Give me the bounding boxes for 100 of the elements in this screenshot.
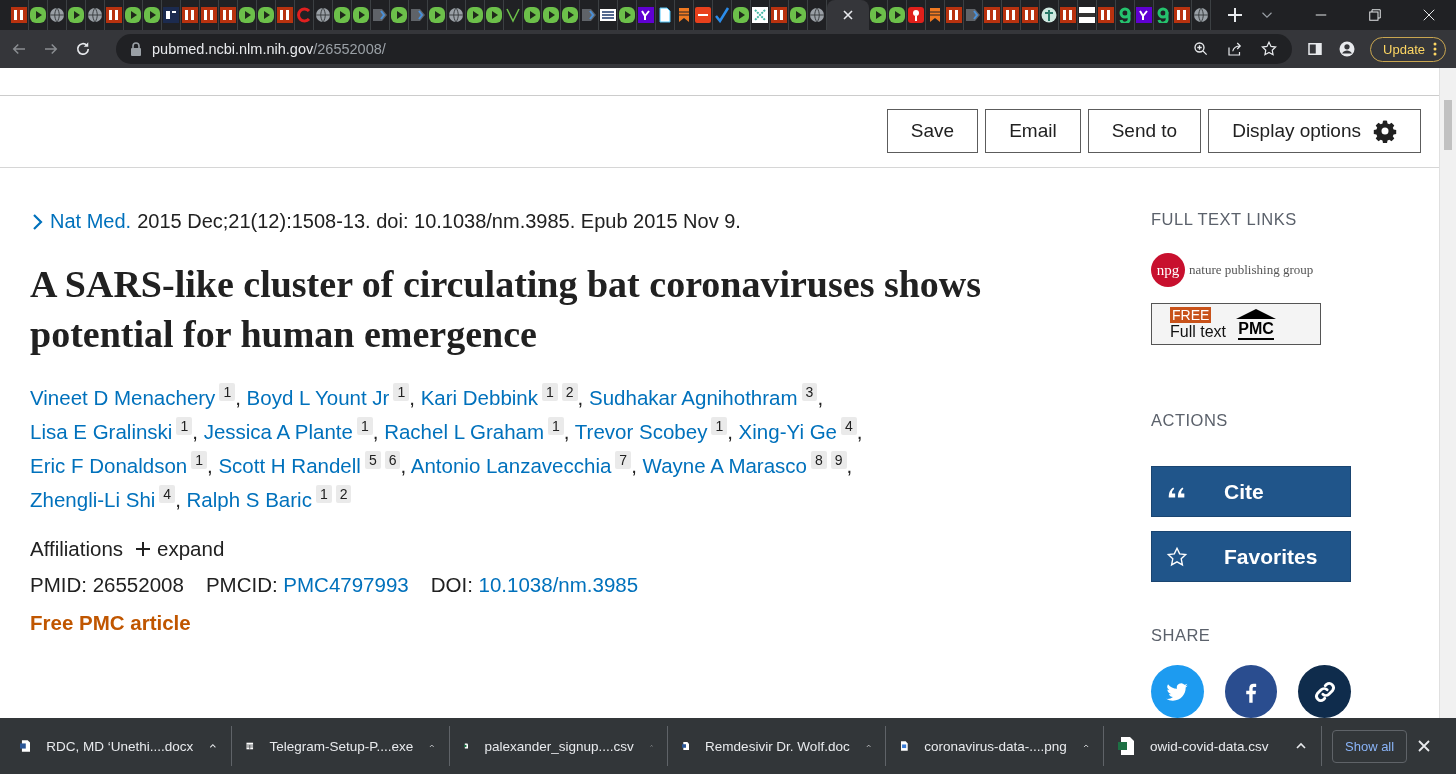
copy-link-button[interactable] bbox=[1298, 665, 1351, 718]
profile-icon[interactable] bbox=[1338, 40, 1357, 58]
expand-button[interactable]: expand bbox=[135, 537, 225, 561]
browser-tab[interactable] bbox=[599, 0, 618, 30]
browser-tab[interactable] bbox=[143, 0, 162, 30]
browser-tab[interactable] bbox=[1040, 0, 1059, 30]
browser-tab[interactable] bbox=[983, 0, 1002, 30]
publisher-logo[interactable]: npg bbox=[1151, 253, 1185, 287]
browser-tab[interactable] bbox=[105, 0, 124, 30]
action-button[interactable]: Favorites bbox=[1151, 531, 1351, 582]
author-link[interactable]: Jessica A Plante bbox=[203, 420, 353, 443]
author-link[interactable]: Lisa E Gralinski bbox=[30, 420, 173, 443]
author-link[interactable]: Vineet D Menachery bbox=[30, 386, 216, 409]
affiliation-number[interactable]: 1 bbox=[711, 417, 728, 435]
browser-tab[interactable] bbox=[428, 0, 447, 30]
browser-tab[interactable] bbox=[789, 0, 808, 30]
browser-tab[interactable] bbox=[86, 0, 105, 30]
reload-icon[interactable] bbox=[74, 40, 92, 58]
affiliation-number[interactable]: 1 bbox=[542, 383, 558, 401]
affiliation-number[interactable]: 1 bbox=[315, 485, 332, 503]
show-all-button[interactable]: Show all bbox=[1332, 729, 1408, 763]
affiliation-number[interactable]: 2 bbox=[335, 485, 352, 503]
author-link[interactable]: Ralph S Baric bbox=[186, 488, 312, 511]
browser-tab[interactable] bbox=[181, 0, 200, 30]
identifier-link[interactable]: PMC4797993 bbox=[283, 573, 409, 596]
restore-icon[interactable] bbox=[1366, 6, 1384, 24]
browser-tab[interactable] bbox=[485, 0, 504, 30]
affiliation-number[interactable]: 9 bbox=[830, 451, 847, 469]
close-icon[interactable] bbox=[1417, 739, 1432, 753]
browser-tab[interactable] bbox=[333, 0, 352, 30]
browser-tab[interactable] bbox=[523, 0, 542, 30]
browser-tab[interactable] bbox=[48, 0, 67, 30]
affiliation-number[interactable]: 6 bbox=[384, 451, 401, 469]
affiliation-number[interactable]: 1 bbox=[176, 417, 193, 435]
browser-tab[interactable] bbox=[1021, 0, 1040, 30]
affiliation-number[interactable]: 8 bbox=[811, 451, 827, 469]
author-link[interactable]: Zhengli-Li Shi bbox=[30, 488, 156, 511]
kebab-menu-icon[interactable] bbox=[1433, 42, 1437, 56]
browser-tab[interactable] bbox=[1002, 0, 1021, 30]
author-link[interactable]: Antonio Lanzavecchia bbox=[410, 454, 612, 477]
author-link[interactable]: Kari Debbink bbox=[420, 386, 538, 409]
toolbar-button[interactable]: Email bbox=[985, 109, 1081, 154]
browser-tab[interactable] bbox=[29, 0, 48, 30]
download-item[interactable]: Remdesivir Dr. Wolf.doc bbox=[668, 726, 886, 766]
identifier-link[interactable]: 10.1038/nm.3985 bbox=[478, 573, 639, 596]
browser-tab[interactable] bbox=[10, 0, 29, 30]
pmc-full-text-link[interactable]: FREE Full text PMC bbox=[1151, 303, 1321, 345]
journal-link[interactable]: Nat Med. bbox=[50, 210, 132, 233]
download-item[interactable]: palexander_signup....csv bbox=[450, 726, 668, 766]
browser-tab[interactable] bbox=[561, 0, 580, 30]
browser-tab[interactable] bbox=[1097, 0, 1116, 30]
address-bar[interactable]: pubmed.ncbi.nlm.nih.gov/26552008/ bbox=[116, 34, 1293, 64]
browser-tab[interactable] bbox=[390, 0, 409, 30]
affiliation-number[interactable]: 1 bbox=[191, 451, 208, 469]
browser-tab[interactable] bbox=[352, 0, 371, 30]
browser-tab[interactable] bbox=[1173, 0, 1192, 30]
browser-tab[interactable] bbox=[447, 0, 466, 30]
author-link[interactable]: Eric F Donaldson bbox=[30, 454, 188, 477]
close-icon[interactable] bbox=[842, 9, 854, 21]
browser-tab[interactable] bbox=[162, 0, 181, 30]
side-panel-icon[interactable] bbox=[1306, 40, 1325, 58]
browser-tab[interactable] bbox=[694, 0, 713, 30]
toolbar-button[interactable]: Send to bbox=[1087, 109, 1202, 154]
affiliation-number[interactable]: 1 bbox=[548, 417, 564, 435]
author-link[interactable]: Scott H Randell bbox=[218, 454, 361, 477]
browser-tab[interactable] bbox=[1078, 0, 1097, 30]
affiliation-number[interactable]: 3 bbox=[801, 383, 818, 401]
browser-tab[interactable] bbox=[869, 0, 888, 30]
browser-tab[interactable] bbox=[276, 0, 295, 30]
toolbar-button[interactable]: Display options bbox=[1208, 109, 1421, 154]
download-item[interactable]: Telegram-Setup-P....exe bbox=[232, 726, 450, 766]
plus-icon[interactable] bbox=[1227, 7, 1243, 23]
affiliation-number[interactable]: 4 bbox=[159, 485, 176, 503]
browser-tab[interactable] bbox=[124, 0, 143, 30]
browser-tab[interactable] bbox=[200, 0, 219, 30]
author-link[interactable]: Trevor Scobey bbox=[574, 420, 708, 443]
affiliation-number[interactable]: 2 bbox=[561, 383, 578, 401]
browser-tab[interactable] bbox=[1192, 0, 1211, 30]
browser-tab[interactable] bbox=[314, 0, 333, 30]
affiliation-number[interactable]: 7 bbox=[615, 451, 632, 469]
browser-tab[interactable] bbox=[542, 0, 561, 30]
browser-tab[interactable] bbox=[618, 0, 637, 30]
browser-tab[interactable] bbox=[770, 0, 789, 30]
publisher-name[interactable]: nature publishing group bbox=[1189, 262, 1314, 278]
browser-tab[interactable] bbox=[238, 0, 257, 30]
author-link[interactable]: Sudhakar Agnihothram bbox=[589, 386, 798, 409]
author-link[interactable]: Xing-Yi Ge bbox=[738, 420, 837, 443]
browser-tab[interactable] bbox=[751, 0, 770, 30]
affiliation-number[interactable]: 1 bbox=[356, 417, 373, 435]
twitter-share-button[interactable] bbox=[1151, 665, 1204, 718]
browser-tab[interactable] bbox=[637, 0, 656, 30]
browser-tab[interactable] bbox=[888, 0, 907, 30]
browser-tab[interactable] bbox=[257, 0, 276, 30]
browser-tab[interactable] bbox=[67, 0, 86, 30]
browser-tab[interactable] bbox=[1059, 0, 1078, 30]
browser-tab[interactable] bbox=[466, 0, 485, 30]
chevron-right-icon[interactable] bbox=[30, 212, 44, 231]
affiliation-number[interactable]: 5 bbox=[364, 451, 381, 469]
toolbar-button[interactable]: Save bbox=[886, 109, 979, 154]
browser-tab[interactable] bbox=[219, 0, 238, 30]
